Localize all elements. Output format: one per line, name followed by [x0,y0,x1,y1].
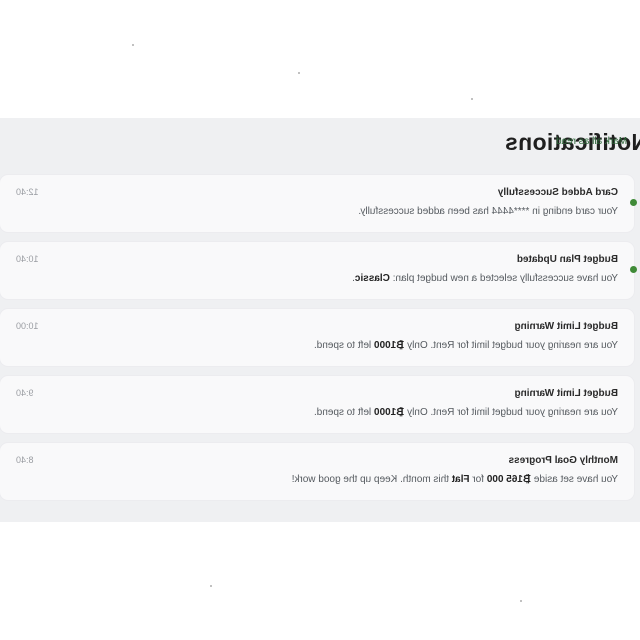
unread-dot-icon [630,266,637,273]
notification-card[interactable]: Budget Limit Warning You are nearing you… [0,376,634,433]
notification-time: 10:00 [16,321,39,331]
noise-speck [520,600,522,602]
notification-message: You are nearing your budget limit for Re… [313,340,618,351]
notification-title: Monthly Goal Progress [508,455,618,466]
noise-speck [298,72,300,74]
notifications-header: Notifications Mark all as read [0,118,640,170]
noise-speck [471,98,473,100]
noise-speck [210,585,212,587]
notification-message: Your card ending in ****4444 has been ad… [358,206,618,217]
notification-title: Budget Limit Warning [514,388,618,399]
notification-time: 10:40 [16,254,39,264]
notification-title: Budget Plan Updated [516,254,618,265]
notification-card[interactable]: Budget Limit Warning You are nearing you… [0,309,634,366]
noise-speck [132,44,134,46]
screen: Notifications Mark all as read Card Adde… [0,0,640,640]
unread-dot-icon [630,199,637,206]
notification-card[interactable]: Budget Plan Updated You have successfull… [0,242,637,299]
notification-title: Budget Limit Warning [514,321,618,332]
notification-time: 9:40 [16,388,34,398]
notification-card[interactable]: Card Added Successfully Your card ending… [0,175,637,232]
mark-all-read-link[interactable]: Mark all as read [556,136,627,147]
notifications-panel: Notifications Mark all as read Card Adde… [0,118,640,522]
notification-title: Card Added Successfully [497,187,618,198]
notification-time: 12:40 [16,187,39,197]
notification-message: You are nearing your budget limit for Re… [313,407,618,418]
notification-time: 8:40 [16,455,34,465]
notification-message: You have set aside ₿165 000 for Flat thi… [291,474,618,485]
notification-card[interactable]: Monthly Goal Progress You have set aside… [0,443,634,500]
notification-message: You have successfully selected a new bud… [352,273,618,284]
